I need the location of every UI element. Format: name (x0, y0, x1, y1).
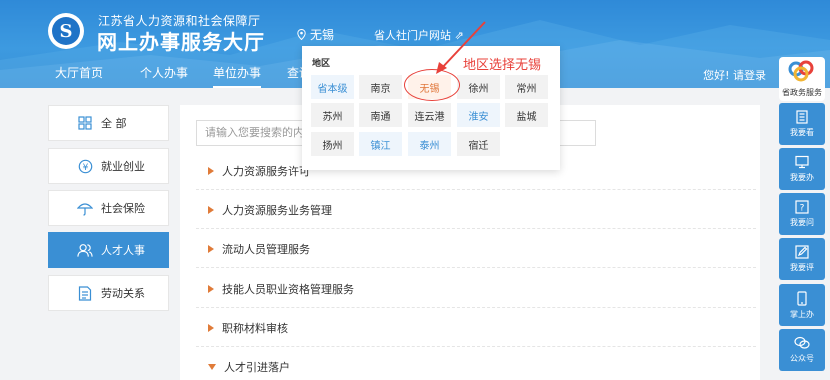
hall-title: 网上办事服务大厅 (97, 30, 265, 54)
list-item-label: 流动人员管理服务 (222, 242, 310, 256)
rail-button-label: 掌上办 (790, 309, 814, 319)
triangle-right-icon (208, 166, 214, 175)
rail-view-button[interactable]: 我要看 (779, 103, 825, 145)
umbrella-icon (77, 200, 93, 216)
list-item[interactable]: 职称材料审核 (196, 309, 756, 347)
sidebar-item-label: 人才人事 (101, 244, 145, 257)
login-greeting[interactable]: 您好! 请登录 (703, 67, 766, 83)
rail-ask-button[interactable]: ? 我要问 (779, 193, 825, 235)
triangle-right-icon (208, 284, 214, 293)
region-option[interactable]: 徐州 (457, 75, 500, 99)
document-icon (77, 285, 93, 301)
phone-icon (797, 290, 807, 306)
rail-wechat-button[interactable]: 公众号 (779, 329, 825, 371)
triangle-right-icon (208, 323, 214, 332)
svg-text:?: ? (800, 204, 805, 214)
sidebar-item-social-insurance[interactable]: 社会保险 (48, 190, 169, 226)
list-item[interactable]: 技能人员职业资格管理服务 (196, 270, 756, 308)
svg-text:¥: ¥ (82, 163, 88, 173)
sidebar-item-label: 全 部 (101, 117, 127, 130)
wechat-icon (794, 336, 810, 349)
rail-button-label: 我要办 (790, 173, 814, 182)
region-option[interactable]: 省本级 (311, 75, 354, 99)
rail-button-label: 我要看 (790, 128, 814, 137)
region-option[interactable]: 镇江 (359, 132, 402, 156)
book-icon (796, 110, 808, 124)
sidebar-item-all[interactable]: 全 部 (48, 105, 169, 141)
list-item[interactable]: 人力资源服务业务管理 (196, 191, 756, 229)
triangle-down-icon (208, 364, 216, 370)
nav-personal[interactable]: 个人办事 (140, 64, 188, 81)
gov-service-logo-icon (788, 60, 814, 82)
edit-icon (795, 245, 809, 259)
region-option[interactable]: 扬州 (311, 132, 354, 156)
nav-unit[interactable]: 单位办事 (213, 64, 262, 88)
region-option[interactable]: 苏州 (311, 103, 354, 127)
grid-icon (77, 115, 93, 131)
region-selector[interactable]: 无锡 (297, 26, 334, 43)
list-item-label: 职称材料审核 (222, 321, 288, 335)
rail-button-label: 我要评 (790, 263, 814, 272)
sidebar-item-labor-relations[interactable]: 劳动关系 (48, 275, 169, 311)
sidebar-item-employment[interactable]: ¥ 就业创业 (48, 148, 169, 184)
region-option[interactable]: 南京 (359, 75, 402, 99)
region-selector-label: 无锡 (310, 28, 335, 42)
list-item[interactable]: 流动人员管理服务 (196, 230, 756, 268)
list-item[interactable]: 人才引进落户 (196, 348, 756, 380)
region-option[interactable]: 连云港 (408, 103, 451, 127)
region-option[interactable]: 宿迁 (457, 132, 500, 156)
users-icon (77, 242, 93, 258)
region-option[interactable]: 泰州 (408, 132, 451, 156)
sidebar-item-talent[interactable]: 人才人事 (48, 232, 169, 268)
region-option[interactable]: 淮安 (457, 103, 500, 127)
gov-service-label: 省政务服务 (782, 88, 822, 97)
location-pin-icon (297, 29, 306, 40)
rail-mobile-button[interactable]: 掌上办 (779, 284, 825, 326)
list-item-label: 人力资源服务许可 (222, 164, 310, 178)
annotation-text: 地区选择无锡 (463, 58, 542, 73)
region-option[interactable]: 常州 (505, 75, 548, 99)
sidebar-item-label: 就业创业 (101, 160, 145, 173)
logo-icon: S (52, 17, 80, 45)
region-option[interactable]: 南通 (359, 103, 402, 127)
question-icon: ? (795, 200, 809, 214)
coin-icon: ¥ (77, 158, 93, 174)
sidebar-item-label: 劳动关系 (101, 287, 145, 300)
site-logo[interactable]: S (48, 13, 84, 49)
list-item-label: 技能人员职业资格管理服务 (222, 282, 354, 296)
list-item-label: 人力资源服务业务管理 (222, 203, 332, 217)
rail-rate-button[interactable]: 我要评 (779, 238, 825, 280)
rail-button-label: 公众号 (790, 354, 814, 363)
rail-do-button[interactable]: 我要办 (779, 148, 825, 190)
triangle-right-icon (208, 244, 214, 253)
region-option[interactable]: 盐城 (505, 103, 548, 127)
gov-service-button[interactable]: 省政务服务 (779, 57, 825, 101)
list-item-label: 人才引进落户 (224, 361, 290, 374)
monitor-icon (795, 155, 809, 169)
nav-home[interactable]: 大厅首页 (55, 64, 103, 81)
sidebar-item-label: 社会保险 (101, 202, 145, 215)
triangle-right-icon (208, 205, 214, 214)
region-dropdown-title: 地区 (312, 59, 331, 69)
rail-button-label: 我要问 (790, 218, 814, 227)
